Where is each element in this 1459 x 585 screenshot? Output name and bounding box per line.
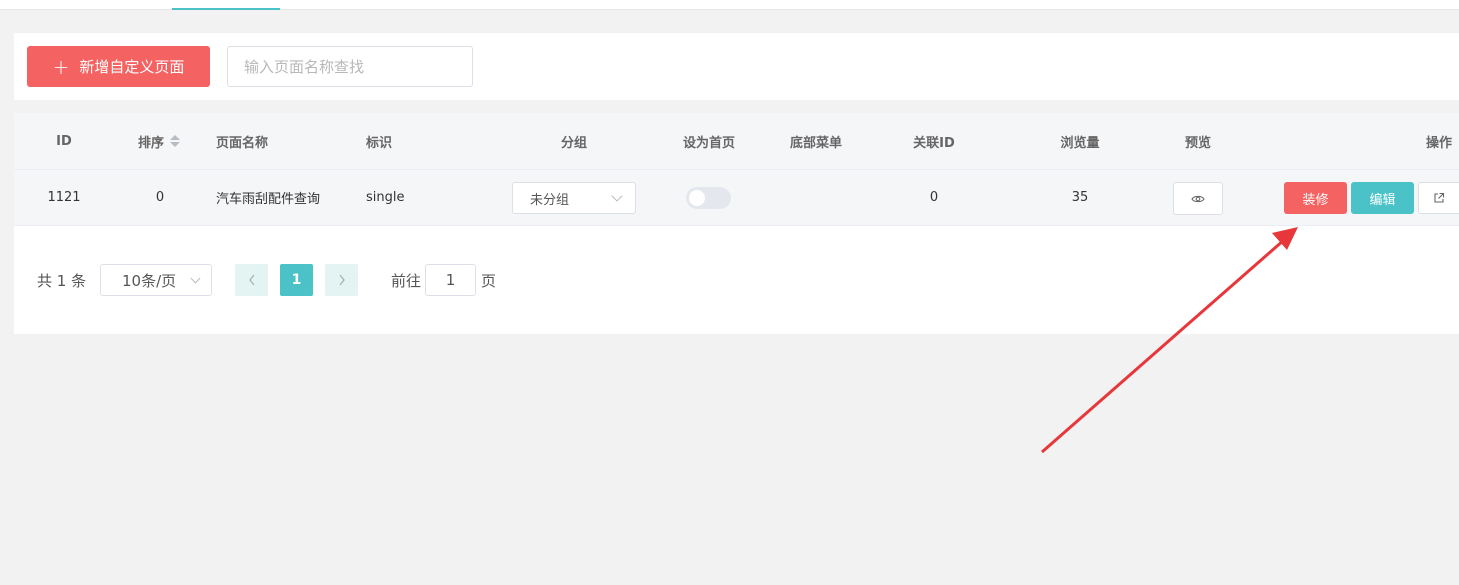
top-tab-bar: [0, 0, 1459, 10]
cell-page-name: 汽车雨刮配件查询: [216, 192, 321, 207]
header-views: 浏览量: [1060, 135, 1100, 151]
table-row: 1121 0 汽车雨刮配件查询 single 未分组 0 35 装修 编辑: [14, 170, 1459, 226]
table-header: ID 排序 页面名称 标识 分组 设为首页 底部菜单 关联ID 浏览量 预览 操…: [14, 113, 1459, 170]
header-related-id: 关联ID: [913, 135, 955, 151]
header-page-name: 页面名称: [216, 135, 269, 151]
decorate-button[interactable]: 装修: [1284, 182, 1347, 214]
group-select-value: 未分组: [530, 192, 570, 208]
header-identifier: 标识: [366, 135, 393, 151]
header-id: ID: [56, 133, 72, 149]
plus-icon: +: [52, 54, 70, 79]
header-group: 分组: [560, 135, 587, 151]
cell-id: 1121: [47, 190, 81, 205]
chevron-down-icon: [190, 273, 201, 284]
header-bottom-menu: 底部菜单: [789, 135, 842, 151]
preview-button[interactable]: [1173, 182, 1223, 215]
set-home-toggle[interactable]: [686, 187, 731, 209]
page-name-search-input[interactable]: [227, 46, 473, 87]
pages-table: ID 排序 页面名称 标识 分组 设为首页 底部菜单 关联ID 浏览量 预览 操…: [14, 113, 1459, 334]
goto-page-input[interactable]: [425, 264, 476, 296]
cell-views: 35: [1071, 190, 1089, 205]
cell-order: 0: [155, 190, 165, 205]
chevron-down-icon: [611, 190, 623, 202]
header-order-label: 排序: [137, 135, 164, 151]
header-actions: 操作: [1426, 135, 1453, 151]
page-size-select[interactable]: 10条/页: [100, 264, 212, 296]
header-preview: 预览: [1184, 135, 1211, 151]
next-page-button[interactable]: [325, 264, 358, 296]
prev-page-button[interactable]: [235, 264, 268, 296]
add-custom-page-label: 新增自定义页面: [79, 58, 185, 76]
goto-label: 前往: [391, 271, 422, 290]
active-tab-indicator: [172, 8, 280, 10]
share-button[interactable]: [1418, 182, 1459, 214]
add-custom-page-button[interactable]: + 新增自定义页面: [27, 46, 210, 87]
page-size-value: 10条/页: [122, 271, 177, 290]
header-set-home: 设为首页: [682, 135, 735, 151]
toggle-knob: [689, 190, 705, 206]
group-select[interactable]: 未分组: [512, 182, 636, 214]
sort-icon[interactable]: [170, 135, 180, 147]
total-count: 共 1 条: [37, 271, 87, 290]
toolbar: + 新增自定义页面: [14, 33, 1459, 100]
cell-bottom-menu: [776, 170, 856, 225]
chevron-right-icon: [338, 274, 345, 286]
pagination: 共 1 条 10条/页 1 前往 页: [14, 264, 1459, 296]
goto-suffix: 页: [481, 271, 497, 290]
edit-button[interactable]: 编辑: [1351, 182, 1414, 214]
external-link-icon: [1434, 192, 1445, 203]
chevron-left-icon: [248, 274, 255, 286]
eye-icon: [1191, 195, 1205, 202]
cell-related-id: 0: [929, 190, 939, 205]
cell-identifier: single: [366, 190, 405, 205]
page-number-current[interactable]: 1: [280, 264, 313, 296]
header-order[interactable]: 排序: [114, 113, 204, 169]
